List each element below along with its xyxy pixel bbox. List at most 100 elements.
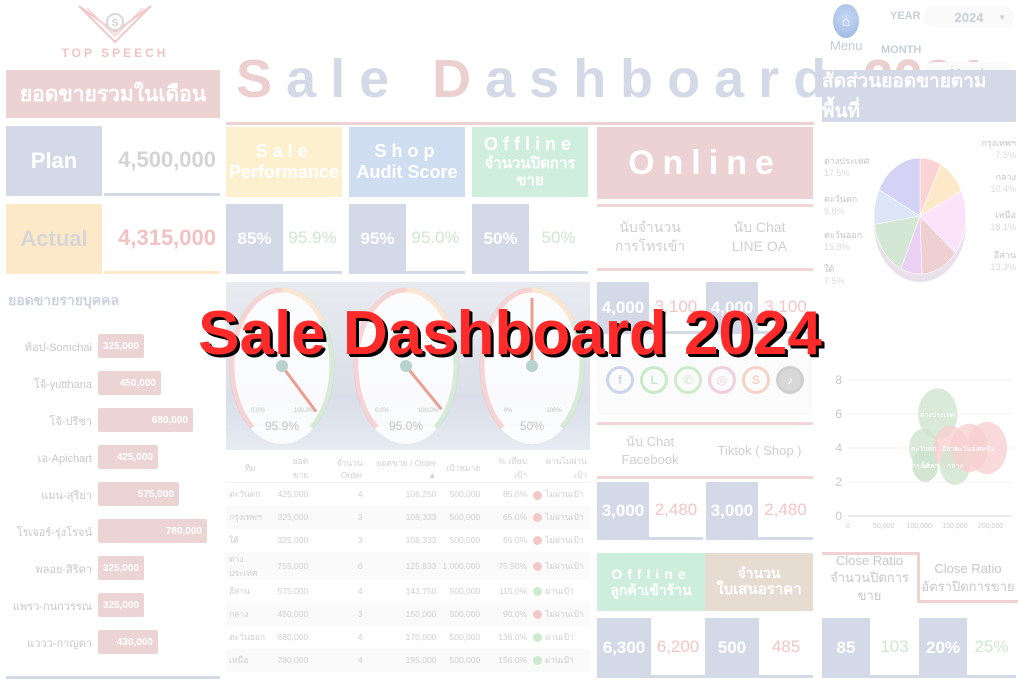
person-bar: 430,000	[98, 630, 158, 654]
shopee-icon[interactable]: S	[742, 366, 770, 394]
kpi-subtitle: จำนวนปิดการขาย	[484, 155, 576, 190]
actual-label: Actual	[6, 204, 102, 274]
column-header[interactable]: % เทียบเป้า	[483, 454, 531, 483]
person-name: โจ้-ปรีชา	[49, 416, 92, 428]
metric-label: นับ Chat	[733, 219, 786, 236]
person-row: โรเจอร์-รุ่งโรจน์ 780,000	[0, 519, 220, 543]
metric-tiktok-header: Tiktok ( Shop )	[706, 426, 813, 476]
column-header[interactable]: จำนวน Order	[311, 454, 366, 483]
target-value: 3,000	[706, 482, 758, 540]
svg-text:S: S	[112, 18, 119, 29]
person-name: เอ-Apichart	[37, 453, 92, 465]
table-cell: 115.0%	[498, 586, 528, 596]
quotes-values: 500 485	[705, 618, 813, 678]
close-ratio-count-header: Close Ratio จำนวนปิดการขาย	[822, 553, 917, 603]
table-cell: 755,000	[274, 551, 312, 580]
pie-label: ตะวันตก	[824, 194, 857, 204]
target-value: 85	[822, 618, 870, 678]
kpi-values: 85% 95.9%	[226, 204, 342, 274]
column-header[interactable]: ยอดขาย / Order ▲	[365, 454, 440, 483]
person-row: พลอย-สิริดา 325,000	[0, 556, 220, 580]
pie-label: อีสาน	[994, 250, 1016, 260]
table-cell: ใต้	[229, 535, 239, 545]
kpi-title: Shop	[374, 141, 440, 162]
actual-value: 25%	[967, 618, 1016, 678]
fail-dot-icon	[533, 610, 543, 620]
person-bar: 325,000	[98, 556, 144, 580]
table-cell: 75.50%	[483, 551, 531, 580]
x-tick-label: 150,000	[942, 523, 967, 530]
month-label: MONTH	[881, 44, 922, 56]
status-text: ผ่านเป้า	[545, 655, 574, 665]
bubble-label: กลาง	[947, 463, 963, 470]
column-header[interactable]: ผ่านไม่ผ่านเป้า	[530, 454, 590, 483]
person-name: พลอย-สิริดา	[35, 564, 92, 576]
pie-value: 7.5%	[995, 150, 1016, 160]
column-header[interactable]: ทีม	[226, 454, 275, 483]
column-header[interactable]: ยอดขาย	[274, 454, 312, 483]
metric-facebook-header: นับ Chat Facebook	[597, 426, 703, 476]
title-underline	[226, 122, 814, 125]
title-letter: S	[236, 49, 287, 109]
pie-label: เหนือ	[995, 210, 1016, 220]
person-row: เอ-Apichart 425,000	[0, 445, 220, 469]
bubble-label: เหนือ	[979, 445, 995, 453]
year-select[interactable]: 2024 ▼	[924, 6, 1014, 28]
table-cell: 85.0%	[503, 489, 528, 500]
table-cell: 150,000	[365, 602, 440, 626]
bubble-label: ต่างประเทศ	[920, 412, 956, 419]
target-value: 50%	[472, 204, 529, 274]
table-cell: 780,000	[274, 648, 312, 672]
facebook-icon[interactable]: f	[606, 366, 634, 394]
close-ratio-rate-header: Close Ratio อัตราปิดการขาย	[920, 558, 1016, 598]
pie-label: ตะวันออก	[824, 230, 862, 240]
divider	[597, 268, 813, 271]
pass-dot-icon	[533, 656, 543, 666]
line-icon[interactable]: L	[640, 366, 668, 394]
tiktok-icon[interactable]: ♪	[776, 366, 804, 394]
table-cell: 90.0%	[483, 602, 531, 626]
status-cell: ไม่ผ่านเป้า	[530, 483, 590, 506]
overlay-title: Sale Dashboard 2024	[198, 299, 822, 368]
column-header[interactable]: เป้าหมาย	[439, 454, 484, 483]
divider	[597, 422, 813, 425]
fail-dot-icon	[533, 561, 543, 571]
table-cell: 500,000	[449, 489, 481, 500]
region-table: ทีม ยอดขาย จำนวน Order ยอดขาย / Order ▲ เป้า…	[226, 454, 590, 680]
year-value: 2024	[954, 9, 984, 25]
table-cell: 3	[311, 505, 366, 529]
kpi-values: 95% 95.0%	[349, 204, 465, 274]
table-cell: 156.0%	[483, 648, 531, 672]
target-value: 3,000	[597, 482, 649, 540]
table-cell: เหนือ	[226, 648, 275, 672]
table-cell: 450,000	[274, 602, 312, 626]
table-cell: 425,000	[277, 489, 309, 500]
person-row: โจ้-ปรีชา 680,000	[0, 408, 220, 432]
whatsapp-icon[interactable]: ✆	[674, 366, 702, 394]
pie-value: 18.1%	[990, 222, 1016, 232]
actual-value: 4,315,000	[104, 204, 220, 274]
title-word: ale	[286, 49, 404, 109]
home-icon: ⌂	[833, 4, 859, 38]
divider	[6, 676, 220, 679]
offline-walkin-header: Offline ลูกค้าเข้าร้าน	[597, 553, 705, 611]
header-line: ลูกค้าเข้าร้าน	[610, 582, 692, 598]
table-cell: 65.0%	[503, 535, 528, 545]
table-row: ตะวันตก 425,000 4 106,250 500,000 85.0% ไม่ผ่า…	[226, 483, 590, 506]
actual-value: 485	[759, 618, 813, 678]
gauge-max-label: 100.0%	[294, 408, 315, 414]
x-tick-label: 200,000	[978, 523, 1003, 530]
instagram-icon[interactable]: ◎	[708, 366, 736, 394]
chevron-down-icon: ▼	[998, 12, 1006, 22]
x-tick-label: 0	[846, 523, 850, 530]
metric-label: Tiktok ( Shop )	[717, 443, 802, 459]
table-cell: 680,000	[277, 632, 309, 642]
pie-value: 7.5%	[824, 276, 845, 286]
pass-dot-icon	[533, 587, 543, 597]
divider	[917, 600, 1018, 603]
menu-button[interactable]: ⌂ Menu	[830, 4, 863, 53]
kpi-values: 50% 50%	[472, 204, 588, 274]
table-cell: 500,000	[439, 602, 484, 626]
gauge-min-label: 0.0%	[251, 408, 265, 414]
table-cell: ต่างประเทศ	[226, 551, 275, 580]
